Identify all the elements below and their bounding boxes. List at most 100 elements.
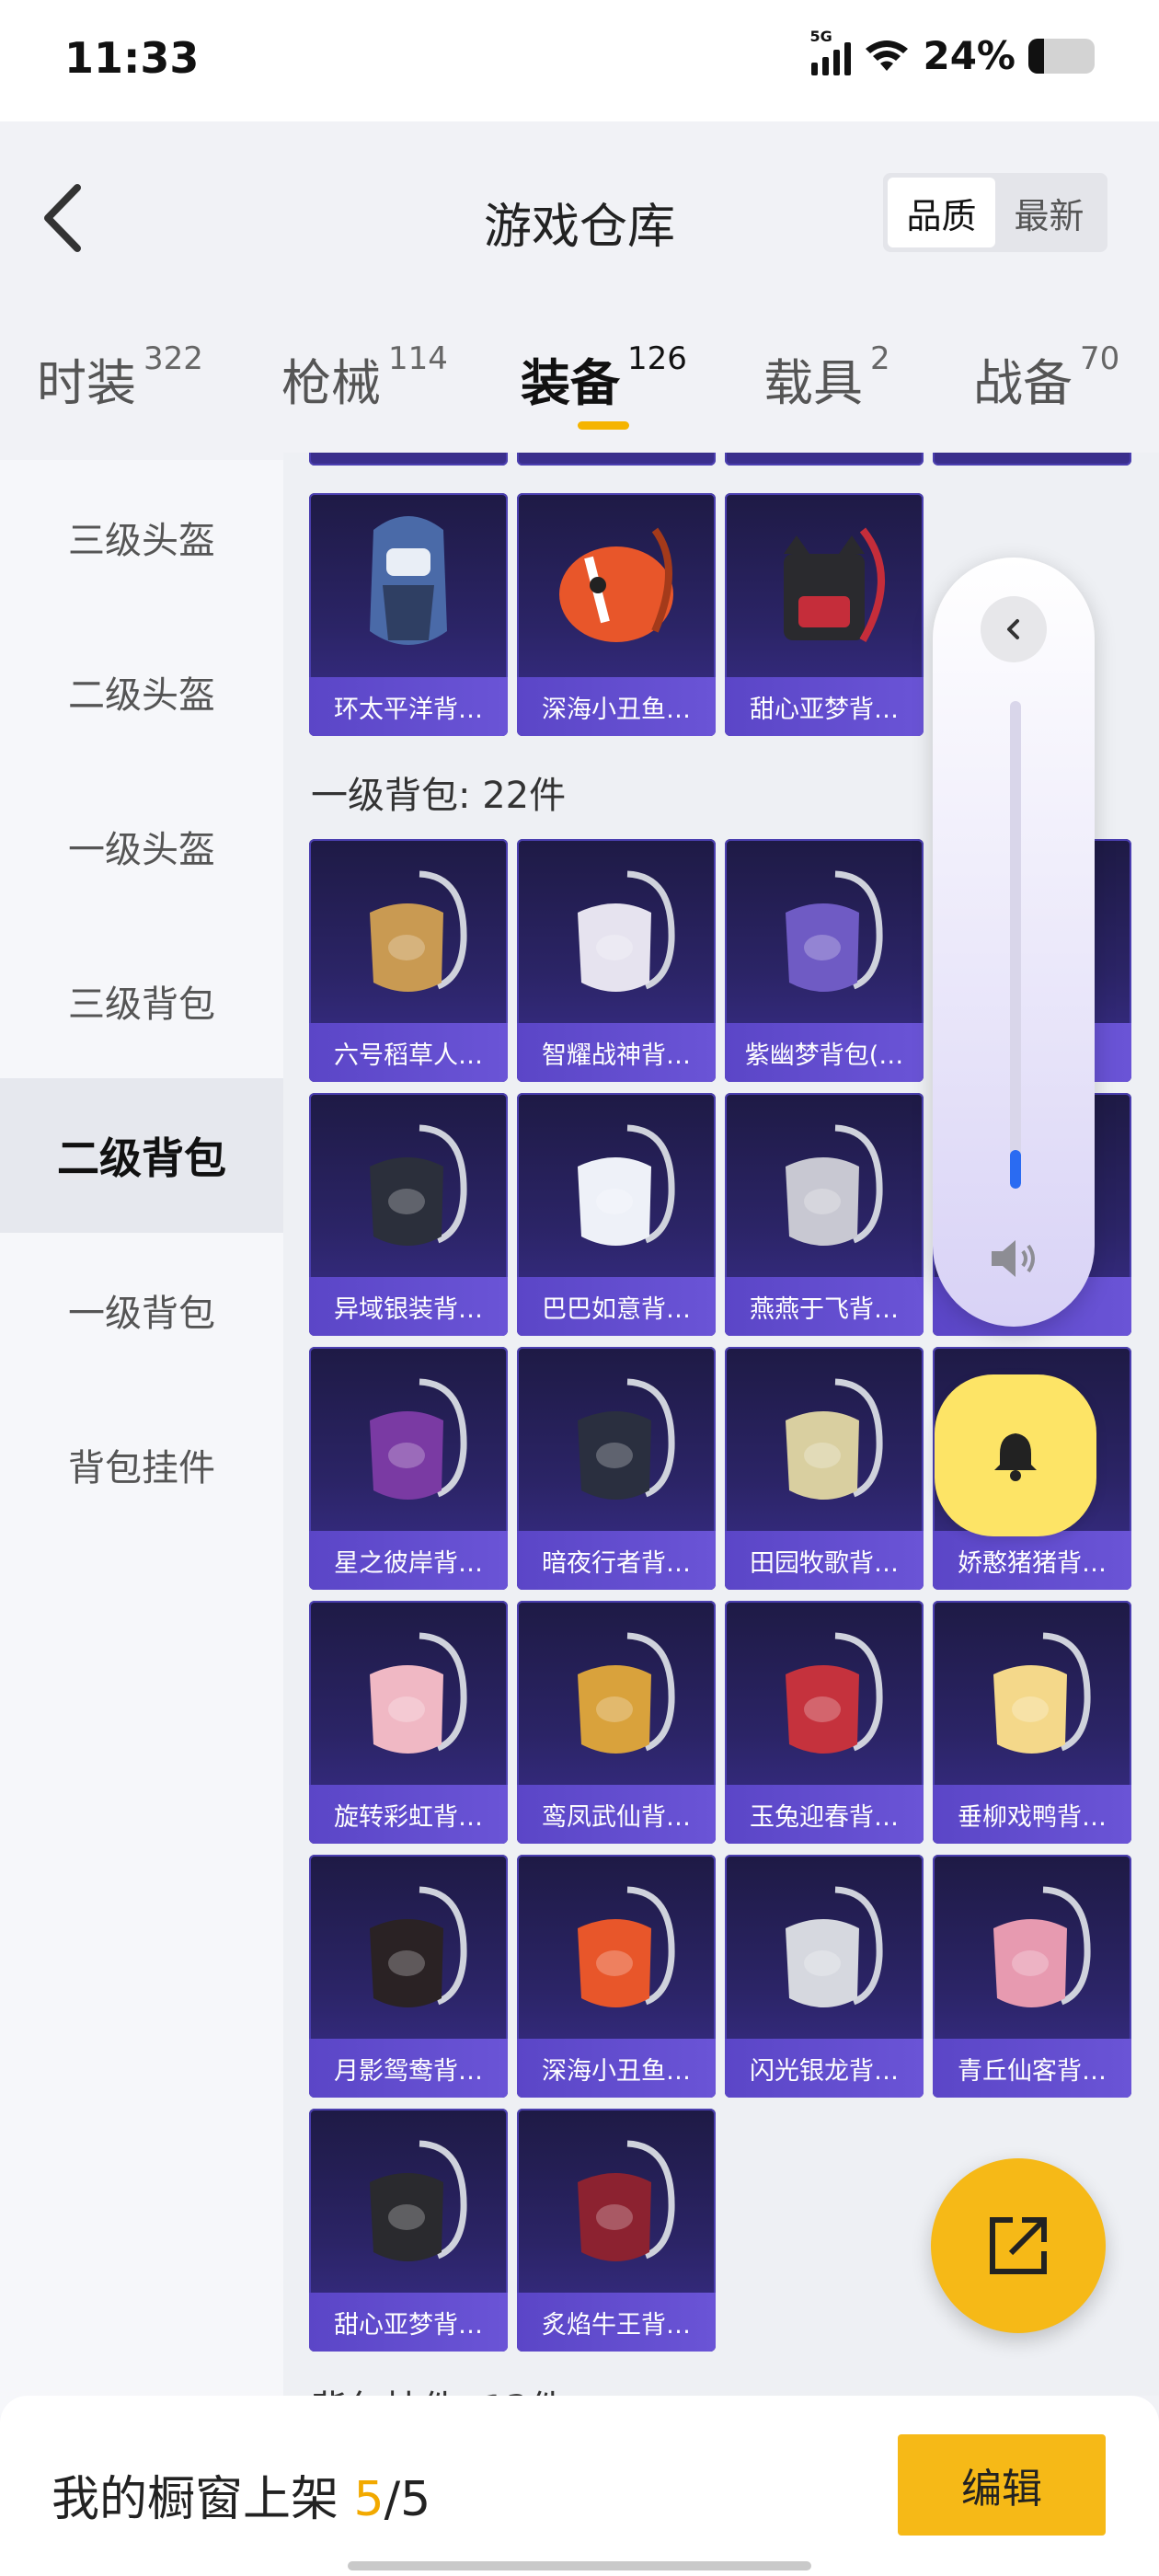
item-card[interactable]: 闪光银龙背… [725,1855,924,2098]
section-title-backpack-lv1: 一级背包: 22件 [311,775,567,817]
sort-newest-button[interactable]: 最新 [995,178,1103,247]
item-card-partial[interactable] [933,453,1131,466]
tab-count: 2 [870,340,890,377]
backpack-image [786,870,883,992]
backpack-image [370,870,467,992]
bottom-bar: 我的橱窗上架 5/5 编辑 [0,2396,1159,2576]
item-card-partial[interactable] [725,453,924,466]
wifi-icon [866,40,909,71]
item-card[interactable]: 环太平洋背… [309,493,508,736]
shelf-total: 5 [400,2472,431,2527]
item-card[interactable]: 玉兔迎春背… [725,1601,924,1844]
cat-backpack-image [784,527,885,642]
item-name: 智耀战神背… [517,1023,716,1082]
notification-bubble[interactable] [935,1374,1096,1536]
header: 游戏仓库 品质 最新 [0,121,1159,305]
item-name: 娇憨猪猪背… [933,1531,1131,1590]
tab-label: 枪械 [281,354,381,412]
item-name: 深海小丑鱼… [517,677,716,736]
backpack-image [786,1124,883,1246]
item-card[interactable]: 异域银装背… [309,1093,508,1336]
item-name: 旋转彩虹背… [309,1785,508,1844]
backpack-image [786,1378,883,1500]
item-name: 巴巴如意背… [517,1277,716,1336]
sidebar-item-helmet-lv3[interactable]: 三级头盔 [0,460,283,615]
tab-count: 70 [1080,340,1120,377]
item-name: 闪光银龙背… [725,2039,924,2098]
backpack-image [578,870,675,992]
tab-active-indicator [578,421,629,430]
item-card[interactable]: 旋转彩虹背… [309,1601,508,1844]
tab-equipment[interactable]: 装备 126 [521,340,687,415]
speaker-icon[interactable] [984,1229,1043,1288]
shelf-current: 5 [353,2472,384,2527]
battery-percent: 24% [923,33,1016,78]
item-card[interactable]: 深海小丑鱼… [517,1855,716,2098]
tab-guns[interactable]: 枪械 114 [281,340,448,415]
item-name: 燕燕于飞背… [725,1277,924,1336]
item-name: 炙焰牛王背… [517,2293,716,2352]
item-name: 田园牧歌背… [725,1531,924,1590]
tab-label: 战备 [973,354,1073,412]
sidebar-item-backpack-lv3[interactable]: 三级背包 [0,924,283,1078]
chevron-left-icon [1007,619,1019,639]
item-card[interactable]: 智耀战神背… [517,839,716,1082]
item-card[interactable]: 田园牧歌背… [725,1347,924,1590]
sidebar-item-backpack-charm[interactable]: 背包挂件 [0,1387,283,1542]
item-card[interactable]: 炙焰牛王背… [517,2109,716,2352]
tab-count: 114 [388,340,448,377]
item-card[interactable]: 星之彼岸背… [309,1347,508,1590]
shelf-separator: / [384,2472,401,2527]
item-name: 玉兔迎春背… [725,1785,924,1844]
item-card[interactable]: 甜心亚梦背… [309,2109,508,2352]
sidebar-item-backpack-lv2[interactable]: 二级背包 [0,1078,283,1233]
item-name: 甜心亚梦背… [309,2293,508,2352]
tab-count: 322 [143,340,203,377]
tab-supplies[interactable]: 战备 70 [973,340,1120,415]
item-card[interactable]: 紫幽梦背包(… [725,839,924,1082]
sidebar-item-helmet-lv1[interactable]: 一级头盔 [0,769,283,924]
item-name: 星之彼岸背… [309,1531,508,1590]
status-bar: 11:33 5G 24% [0,0,1159,121]
tab-fashion[interactable]: 时装 322 [37,340,203,415]
status-icons: 5G 24% [809,28,1095,78]
item-card[interactable]: 巴巴如意背… [517,1093,716,1336]
item-name: 六号稻草人… [309,1023,508,1082]
item-card[interactable]: 月影鸳鸯背… [309,1855,508,2098]
item-card[interactable]: 暗夜行者背… [517,1347,716,1590]
item-name: 深海小丑鱼… [517,2039,716,2098]
shelf-status: 我的橱窗上架 5/5 [52,2460,430,2529]
item-card-partial[interactable] [309,453,508,466]
backpack-image [578,1632,675,1754]
section-title-backpack-charm: 背包挂件: 13件 [311,2379,566,2396]
backpack-image [993,1632,1091,1754]
tab-label: 装备 [521,354,620,412]
sidebar: 三级头盔 二级头盔 一级头盔 三级背包 二级背包 一级背包 背包挂件 [0,460,283,2484]
item-card[interactable]: 六号稻草人… [309,839,508,1082]
backpack-image [786,1886,883,2007]
battery-icon [1028,38,1095,74]
volume-collapse-button[interactable] [981,596,1047,662]
item-card[interactable]: 鸾凤武仙背… [517,1601,716,1844]
item-card[interactable]: 青丘仙客背… [933,1855,1131,2098]
item-card[interactable]: 甜心亚梦背… [725,493,924,736]
backpack-image [578,1378,675,1500]
status-time: 11:33 [64,33,200,83]
volume-slider[interactable] [1010,701,1021,1189]
sidebar-item-helmet-lv2[interactable]: 二级头盔 [0,615,283,769]
sidebar-item-backpack-lv1[interactable]: 一级背包 [0,1233,283,1387]
item-name: 环太平洋背… [309,677,508,736]
tab-vehicles[interactable]: 载具 2 [763,340,890,415]
item-card[interactable]: 深海小丑鱼… [517,493,716,736]
sort-quality-button[interactable]: 品质 [888,178,995,247]
item-card[interactable]: 垂柳戏鸭背… [933,1601,1131,1844]
edit-button[interactable]: 编辑 [898,2434,1106,2536]
item-card-partial[interactable] [517,453,716,466]
home-indicator[interactable] [348,2561,811,2570]
item-name: 鸾凤武仙背… [517,1785,716,1844]
tab-count: 126 [627,340,687,377]
share-button[interactable] [931,2158,1106,2333]
backpack-image [370,1632,467,1754]
backpack-image [578,1124,675,1246]
item-card[interactable]: 燕燕于飞背… [725,1093,924,1336]
